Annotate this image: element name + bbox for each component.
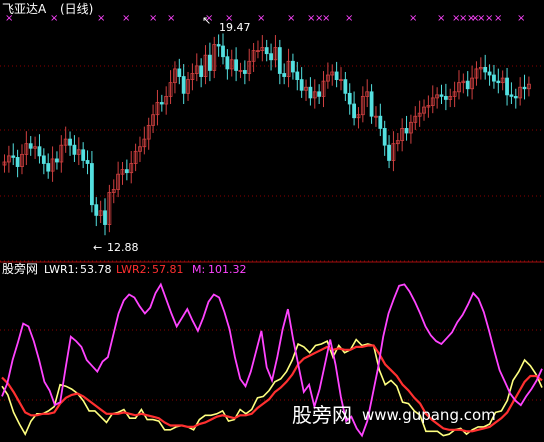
candle-body (46, 163, 51, 172)
candle-body (483, 66, 488, 73)
candle-body (513, 95, 518, 99)
candle-body (181, 76, 186, 94)
candle-body (465, 80, 470, 90)
signal-marker-icon: × (257, 13, 265, 24)
signal-marker-icon: × (122, 13, 130, 24)
low-arrow-icon: ← (93, 241, 102, 254)
candle-body (72, 144, 77, 155)
candle-body (207, 54, 212, 71)
watermark-text: 股旁网 (292, 403, 352, 427)
candle-body (159, 102, 164, 105)
signal-marker-icon: × (437, 13, 445, 24)
candle-body (103, 210, 107, 225)
candle-body (378, 115, 383, 129)
candle-body (443, 95, 448, 100)
stock-title: 飞亚达A (2, 2, 47, 16)
lwr2-value: 57.81 (152, 263, 184, 276)
candle-body (216, 44, 221, 47)
candle-body (124, 169, 129, 174)
lwr1-value: 53.78 (80, 263, 112, 276)
candle-body (15, 157, 20, 167)
candle-body (522, 86, 527, 90)
candle-body (343, 79, 348, 94)
candle-body (291, 60, 295, 73)
watermark-url: www.gupang.com (362, 406, 496, 424)
candle-body (37, 146, 42, 157)
low-price-label: 12.88 (107, 241, 139, 254)
candle-body (492, 74, 496, 82)
stock-chart: × × × × × × × × × × × ×× × × × ×× ××× × × × 飞亚达A (日线) ↖ 19.… (0, 0, 544, 442)
candle-body (234, 59, 239, 71)
candle-body (277, 47, 282, 74)
candle-body (387, 144, 391, 161)
candle-body (269, 53, 273, 61)
candle-body (242, 70, 247, 74)
period-label: (日线) (60, 2, 93, 16)
signal-marker-icon: × (97, 13, 105, 24)
candle-body (68, 138, 72, 146)
candle-body (334, 71, 339, 81)
signal-marker-icon: × (322, 13, 330, 24)
candle-body (41, 155, 46, 164)
signal-marker-icon: × (494, 13, 502, 24)
candle-body (264, 47, 269, 55)
signal-marker-icon: × (345, 13, 353, 24)
candle-body (509, 94, 514, 97)
candle-body (496, 80, 501, 84)
signal-marker-icon: × (149, 13, 157, 24)
candle-body (369, 91, 374, 117)
candle-body (352, 103, 357, 119)
signal-marker-icon: × (50, 13, 58, 24)
signal-marker-icon: × (409, 13, 417, 24)
candle-body (81, 149, 86, 161)
lwr1-label: LWR1: (44, 263, 78, 276)
candle-body (404, 128, 409, 134)
candle-body (199, 65, 204, 77)
candle-body (308, 86, 313, 99)
signal-marker-icon: × (287, 13, 295, 24)
candle-body (11, 155, 16, 158)
signal-marker-icon: × (517, 13, 525, 24)
lwr2-label: LWR2: (116, 263, 150, 276)
candle-body (347, 92, 352, 105)
candle-body (299, 79, 304, 91)
indicator-name: 股旁网 (2, 261, 38, 276)
candle-body (295, 71, 300, 81)
candle-body (282, 73, 287, 77)
high-arrow-icon: ↖ (202, 14, 211, 27)
candle-body (317, 91, 322, 97)
candle-body (28, 143, 33, 149)
candle-body (177, 68, 182, 77)
candle-body (55, 158, 59, 163)
candle-body (505, 77, 509, 96)
candle-body (487, 71, 492, 76)
candle-body (225, 56, 230, 70)
candle-body (221, 45, 225, 58)
signal-marker-icon: × (167, 13, 175, 24)
candle-body (382, 128, 387, 146)
candle-body (85, 160, 90, 164)
high-price-label: 19.47 (219, 21, 251, 34)
candle-body (90, 163, 94, 206)
m-label: M: (192, 263, 205, 276)
signal-marker-icon: × (485, 13, 493, 24)
candle-body (94, 204, 99, 216)
candle-body (439, 94, 444, 97)
m-value: 101.32 (208, 263, 247, 276)
